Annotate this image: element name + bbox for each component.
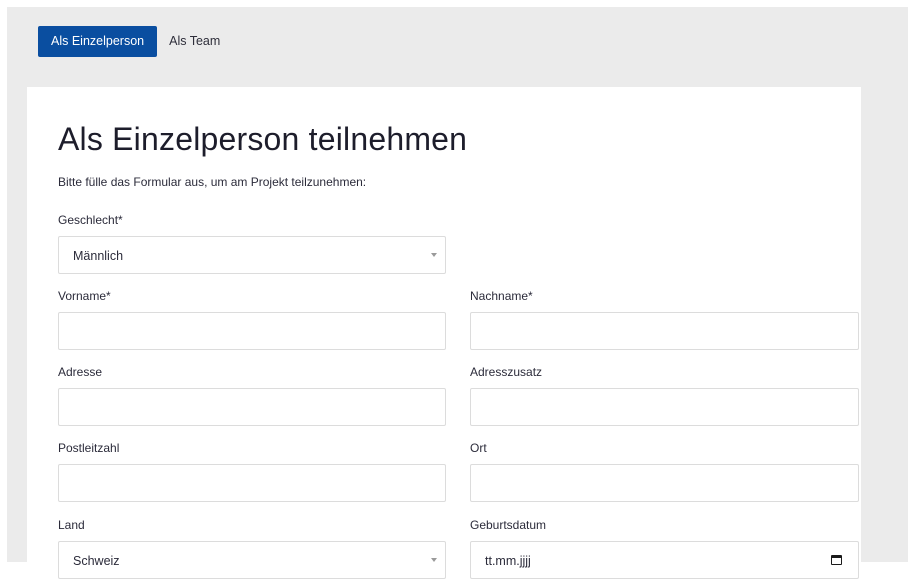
- adresse-label: Adresse: [58, 365, 103, 379]
- geschlecht-select[interactable]: Männlich: [58, 236, 446, 274]
- chevron-down-icon: [431, 558, 437, 562]
- calendar-icon[interactable]: [831, 555, 842, 565]
- form-card: Als Einzelperson teilnehmen Bitte fülle …: [27, 87, 861, 579]
- land-select[interactable]: Schweiz: [58, 541, 446, 579]
- land-label: Land: [58, 518, 85, 532]
- geburtsdatum-label: Geburtsdatum: [470, 518, 547, 532]
- geburtsdatum-placeholder: tt.mm.jjjj: [485, 554, 531, 568]
- ort-label: Ort: [470, 441, 487, 455]
- land-selected-value: Schweiz: [73, 554, 120, 568]
- vorname-label: Vorname*: [58, 289, 111, 303]
- tab-team[interactable]: Als Team: [157, 26, 233, 57]
- geburtsdatum-field[interactable]: tt.mm.jjjj: [470, 541, 859, 579]
- nachname-label: Nachname*: [470, 289, 533, 303]
- nachname-field[interactable]: [470, 312, 859, 350]
- adresse-field[interactable]: [58, 388, 446, 426]
- geschlecht-selected-value: Männlich: [73, 249, 124, 263]
- postleitzahl-label: Postleitzahl: [58, 441, 120, 455]
- vorname-field[interactable]: [58, 312, 446, 350]
- adresszusatz-field[interactable]: [470, 388, 859, 426]
- tab-bar: Als Einzelperson Als Team: [38, 26, 233, 57]
- form-intro-text: Bitte fülle das Formular aus, um am Proj…: [58, 175, 367, 189]
- chevron-down-icon: [431, 253, 437, 257]
- tab-einzelperson[interactable]: Als Einzelperson: [38, 26, 158, 57]
- page-title: Als Einzelperson teilnehmen: [58, 121, 468, 157]
- ort-field[interactable]: [470, 464, 859, 502]
- postleitzahl-field[interactable]: [58, 464, 446, 502]
- page-background: Als Einzelperson Als Team Als Einzelpers…: [7, 7, 908, 579]
- geschlecht-label: Geschlecht*: [58, 213, 123, 227]
- adresszusatz-label: Adresszusatz: [470, 365, 543, 379]
